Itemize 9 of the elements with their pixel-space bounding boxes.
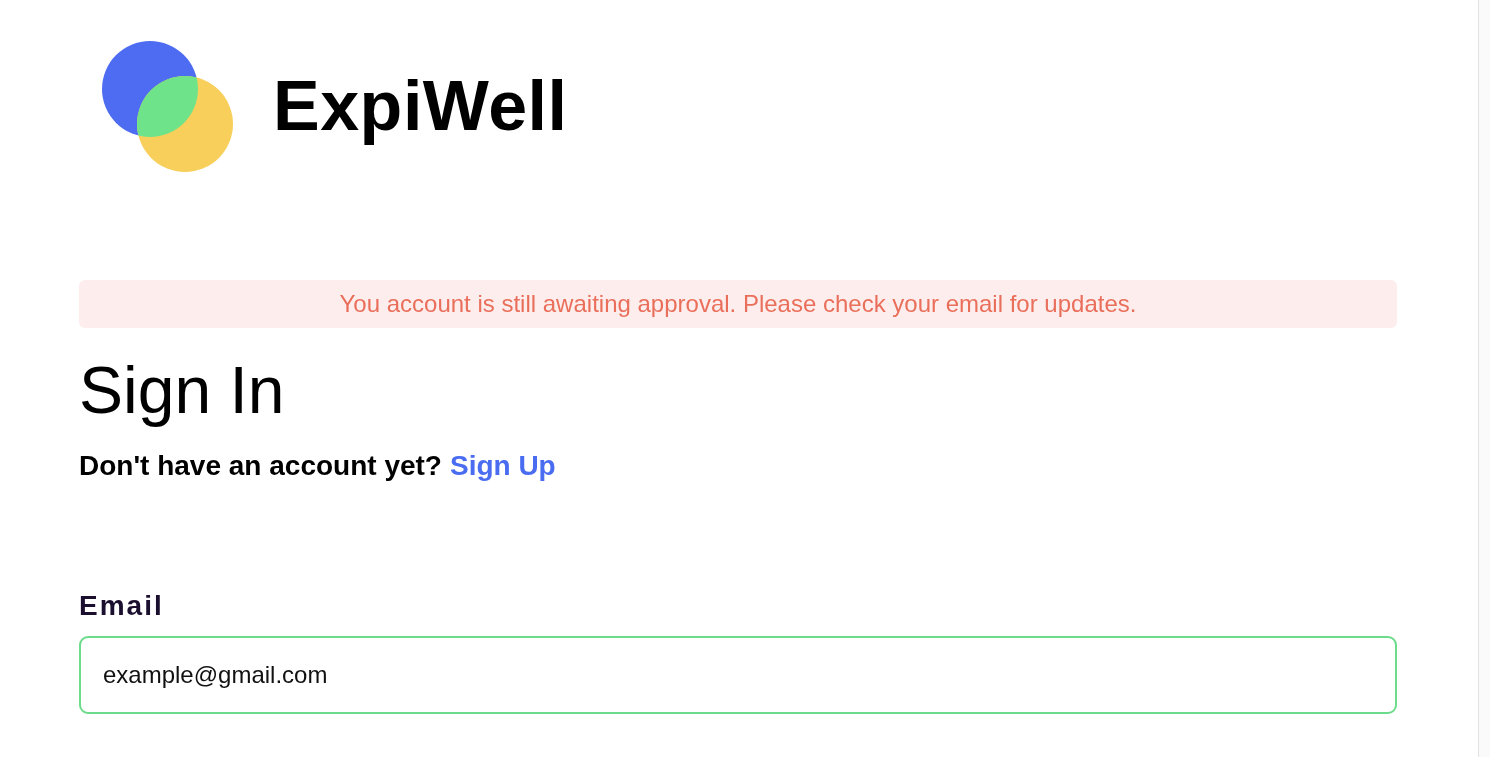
- scrollbar[interactable]: [1478, 0, 1490, 757]
- sign-up-link[interactable]: Sign Up: [449, 450, 556, 482]
- page-heading: Sign In: [79, 352, 286, 429]
- alert-message: You account is still awaiting approval. Please check your email for updates.: [339, 290, 1137, 318]
- brand-name: ExpiWell: [273, 66, 568, 146]
- signup-prompt: Don't have an account yet?: [79, 450, 442, 482]
- email-label: Email: [79, 590, 165, 622]
- logo-icon: [102, 40, 233, 172]
- email-field[interactable]: example@gmail.com: [79, 636, 1397, 714]
